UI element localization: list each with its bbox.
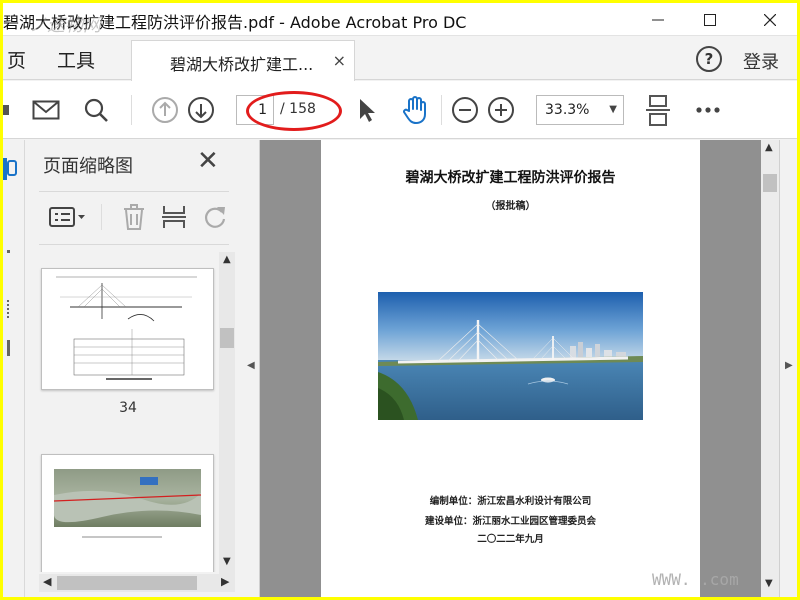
scroll-up-icon[interactable]: ▲ bbox=[765, 142, 773, 153]
thumbnail-options-icon[interactable] bbox=[45, 200, 89, 234]
toolbar-divider bbox=[131, 95, 132, 125]
collapse-right-panel-button[interactable]: ▶ bbox=[779, 140, 797, 597]
fit-page-icon[interactable] bbox=[641, 95, 675, 126]
scrollbar-thumb[interactable] bbox=[763, 174, 777, 192]
document-subtitle: （报批稿） bbox=[485, 201, 536, 212]
tab-tools[interactable]: 工具 bbox=[57, 46, 95, 73]
chevron-down-icon: ▼ bbox=[609, 104, 617, 115]
thumbnail-horizontal-scrollbar[interactable]: ◀ ▶ bbox=[39, 574, 235, 592]
thumbnail-list: 34 bbox=[39, 252, 217, 572]
acrobat-window: 碧湖大桥改扩建工程防洪评价报告.pdf - Adobe Acrobat Pro … bbox=[3, 3, 797, 597]
bookmarks-nav-icon[interactable] bbox=[7, 300, 11, 318]
thumbnail-page-34[interactable] bbox=[41, 268, 214, 390]
document-tab-label: 碧湖大桥改扩建工... bbox=[170, 55, 314, 74]
minimize-icon[interactable] bbox=[635, 3, 681, 36]
tab-home[interactable]: 页 bbox=[7, 46, 26, 73]
highlight-oval bbox=[246, 91, 342, 131]
scroll-right-icon[interactable]: ▶ bbox=[221, 575, 229, 588]
panel-title: 页面缩略图 bbox=[43, 156, 133, 177]
help-icon[interactable]: ? bbox=[696, 46, 722, 72]
rotate-page-icon[interactable] bbox=[197, 200, 235, 234]
title-bar: 碧湖大桥改扩建工程防洪评价报告.pdf - Adobe Acrobat Pro … bbox=[3, 3, 797, 36]
print-icon[interactable] bbox=[3, 95, 11, 125]
more-options-icon[interactable] bbox=[691, 95, 725, 125]
zoom-select[interactable]: 33.3% ▼ bbox=[536, 95, 624, 125]
previous-page-icon[interactable] bbox=[148, 95, 182, 125]
hand-tool-icon[interactable] bbox=[398, 95, 432, 125]
panel-divider bbox=[39, 244, 229, 245]
chevron-right-icon: ▶ bbox=[785, 360, 793, 371]
scroll-left-icon[interactable]: ◀ bbox=[43, 575, 51, 588]
thumbnail-page-number: 34 bbox=[119, 400, 137, 416]
thumbnail-panel: 页面缩略图 ✕ 34 ▲ ▼ ◀ ▶ bbox=[25, 140, 243, 597]
maximize-icon[interactable] bbox=[687, 3, 733, 36]
document-title: 碧湖大桥改扩建工程防洪评价报告 bbox=[405, 170, 616, 186]
zoom-value: 33.3% bbox=[545, 102, 590, 118]
document-page: 碧湖大桥改扩建工程防洪评价报告 （报批稿） 编制单位：浙江宏昌水利设计有限公司 … bbox=[321, 140, 700, 597]
toolbar-divider bbox=[441, 95, 442, 125]
close-icon[interactable] bbox=[747, 3, 793, 36]
thumbnail-vertical-scrollbar[interactable]: ▲ ▼ bbox=[219, 252, 235, 574]
scrollbar-thumb[interactable] bbox=[57, 576, 197, 590]
tab-bar: 页 工具 碧湖大桥改扩建工... × ? 登录 bbox=[3, 36, 797, 81]
compiled-by: 编制单位：浙江宏昌水利设计有限公司 bbox=[429, 496, 592, 507]
next-page-icon[interactable] bbox=[184, 95, 218, 125]
login-button[interactable]: 登录 bbox=[743, 48, 779, 74]
document-date: 二〇二二年九月 bbox=[477, 534, 544, 545]
scroll-down-icon[interactable]: ▼ bbox=[765, 578, 773, 589]
select-tool-icon[interactable] bbox=[353, 95, 381, 125]
email-icon[interactable] bbox=[29, 95, 63, 125]
chevron-left-icon: ◀ bbox=[247, 360, 255, 371]
search-icon[interactable] bbox=[79, 95, 113, 125]
panel-close-icon[interactable]: ✕ bbox=[197, 146, 219, 176]
nav-dot-icon[interactable] bbox=[7, 250, 10, 253]
zoom-out-icon[interactable] bbox=[448, 95, 482, 125]
scroll-down-icon[interactable]: ▼ bbox=[223, 556, 231, 567]
insert-page-icon[interactable] bbox=[155, 200, 193, 234]
attachments-nav-icon[interactable] bbox=[7, 340, 10, 356]
document-viewer[interactable]: ◀ 碧湖大桥改扩建工程防洪评价报告 （报批稿） 编制单位：浙江宏昌水利设计有限公… bbox=[243, 140, 797, 597]
delete-page-icon[interactable] bbox=[115, 200, 153, 234]
watermark-top-left: ノ速物网 bbox=[29, 15, 101, 36]
thumbnails-nav-icon[interactable] bbox=[7, 160, 17, 176]
panel-tool-divider bbox=[101, 204, 102, 230]
thumbnail-page-35[interactable] bbox=[41, 454, 214, 572]
close-tab-icon[interactable]: × bbox=[333, 51, 346, 70]
scrollbar-thumb[interactable] bbox=[220, 328, 234, 348]
toolbar: 1 / 158 33.3% ▼ bbox=[3, 81, 797, 139]
zoom-in-icon[interactable] bbox=[484, 95, 518, 125]
cover-photo-bridge bbox=[378, 292, 643, 420]
left-navigation-bar bbox=[3, 140, 25, 597]
document-vertical-scrollbar[interactable]: ▲ ▼ bbox=[761, 140, 779, 597]
scroll-up-icon[interactable]: ▲ bbox=[223, 254, 231, 265]
tab-document[interactable]: 碧湖大桥改扩建工... × bbox=[131, 40, 355, 81]
watermark-bottom-right: WWW. .com bbox=[652, 570, 739, 589]
built-by: 建设单位：浙江丽水工业园区管理委员会 bbox=[424, 516, 596, 527]
collapse-left-panel-button[interactable]: ◀ bbox=[243, 140, 260, 597]
panel-divider bbox=[39, 191, 229, 192]
